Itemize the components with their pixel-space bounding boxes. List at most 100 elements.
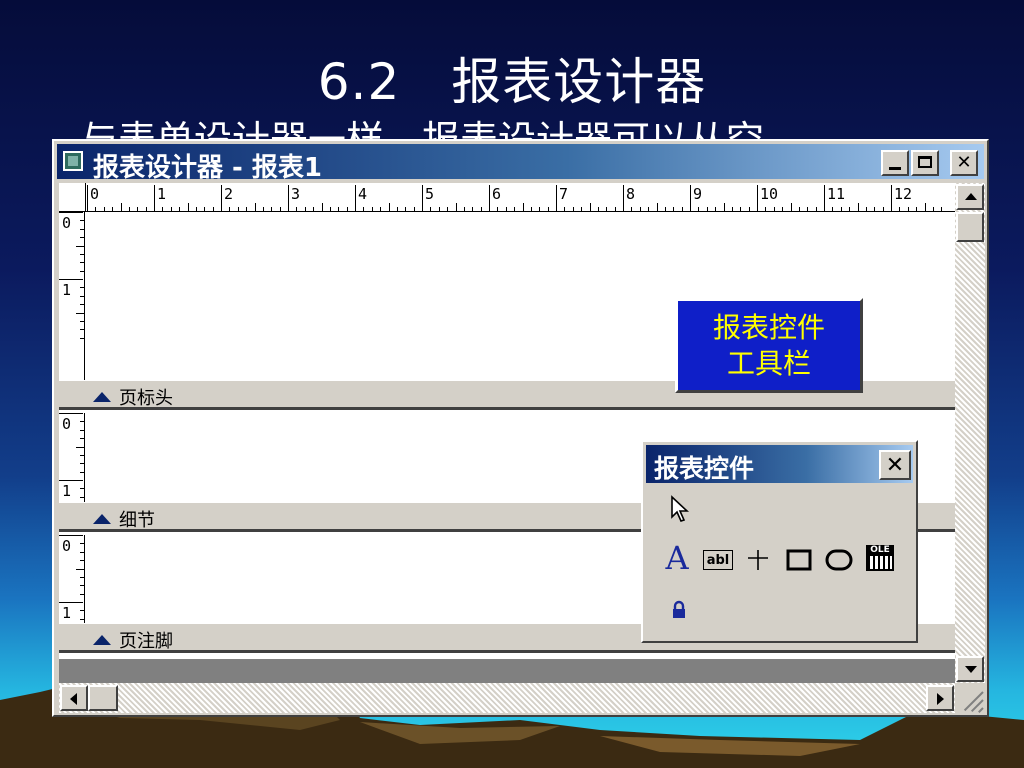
ruler-minor-tick	[598, 207, 599, 211]
toolbox-title: 报表控件	[654, 454, 755, 483]
ruler-minor-tick	[405, 207, 406, 211]
ruler-minor-tick	[866, 207, 867, 211]
toolbox-titlebar[interactable]: 报表控件 ✕	[646, 445, 913, 483]
ruler-minor-tick	[807, 207, 808, 211]
ole-picture-icon[interactable]: OLE	[866, 545, 894, 573]
vruler-number: 0	[62, 415, 72, 433]
ruler-minor-tick	[908, 207, 909, 211]
ruler-minor-tick	[229, 207, 230, 211]
window-title: 报表设计器 - 报表1	[93, 153, 322, 183]
toolbox-close-button[interactable]: ✕	[879, 450, 911, 480]
ruler-minor-tick	[514, 207, 515, 211]
horizontal-scrollbar[interactable]	[59, 683, 955, 713]
ruler-minor-tick	[858, 203, 859, 211]
report-controls-toolbox: 报表控件 ✕ A abl OLE	[641, 440, 918, 643]
ruler-major-tick	[154, 185, 155, 211]
ruler-minor-tick	[724, 203, 725, 211]
vertical-scrollbar[interactable]	[955, 183, 985, 683]
maximize-icon	[918, 156, 932, 168]
ruler-minor-tick	[740, 207, 741, 211]
ruler-minor-tick	[657, 203, 658, 211]
ruler-number: 4	[358, 185, 368, 203]
ruler-minor-tick	[322, 203, 323, 211]
ruler-major-tick	[489, 185, 490, 211]
vruler-minor-tick	[76, 447, 84, 448]
vruler-number: 1	[62, 604, 72, 622]
close-button[interactable]: ✕	[950, 150, 978, 176]
ruler-minor-tick	[121, 203, 122, 211]
line-icon[interactable]	[746, 548, 770, 572]
ruler-major-tick	[288, 185, 289, 211]
ruler-minor-tick	[816, 207, 817, 211]
label-A-icon[interactable]: A	[661, 540, 693, 576]
ruler-minor-tick	[179, 207, 180, 211]
scroll-down-button[interactable]	[956, 656, 984, 682]
band-label: 页标头	[119, 388, 173, 409]
ruler-minor-tick	[707, 207, 708, 211]
minimize-icon	[889, 167, 901, 170]
callout-line-2: 工具栏	[726, 347, 811, 380]
ruler-minor-tick	[171, 207, 172, 211]
ruler-minor-tick	[673, 207, 674, 211]
arrow-pointer-icon[interactable]	[669, 495, 691, 523]
ruler-minor-tick	[899, 207, 900, 211]
ruler-minor-tick	[531, 207, 532, 211]
lock-icon[interactable]	[671, 600, 687, 620]
ruler-minor-tick	[213, 207, 214, 211]
scroll-left-button[interactable]	[60, 685, 88, 711]
window-titlebar[interactable]: 报表设计器 - 报表1 ✕	[57, 144, 984, 183]
scroll-up-button[interactable]	[956, 184, 984, 210]
field-ab-icon[interactable]: abl	[703, 550, 733, 570]
arrow-down-icon	[965, 666, 977, 673]
rectangle-icon[interactable]	[785, 548, 813, 572]
ruler-minor-tick	[305, 207, 306, 211]
ruler-number: 11	[827, 185, 846, 203]
ruler-major-tick	[87, 185, 88, 211]
ruler-minor-tick	[112, 207, 113, 211]
ruler-minor-tick	[129, 207, 130, 211]
ruler-minor-tick	[363, 207, 364, 211]
ruler-minor-tick	[95, 207, 96, 211]
ruler-minor-tick	[765, 207, 766, 211]
vruler-minor-tick	[76, 569, 84, 570]
ruler-major-tick	[556, 185, 557, 211]
ruler-minor-tick	[539, 207, 540, 211]
ruler-minor-tick	[615, 207, 616, 211]
scroll-hthumb[interactable]	[88, 685, 118, 711]
band-collapse-icon[interactable]	[93, 514, 111, 524]
ruler-minor-tick	[472, 207, 473, 211]
ruler-number: 9	[693, 185, 703, 203]
ruler-corner	[59, 183, 86, 211]
ruler-number: 10	[760, 185, 779, 203]
vruler-major-tick	[59, 212, 83, 213]
ruler-major-tick	[422, 185, 423, 211]
scroll-thumb[interactable]	[956, 212, 984, 242]
ruler-number: 0	[90, 185, 100, 203]
band-collapse-icon[interactable]	[93, 392, 111, 402]
ruler-minor-tick	[925, 203, 926, 211]
vertical-ruler-detail: 01	[59, 413, 85, 502]
ruler-number: 6	[492, 185, 502, 203]
rounded-rectangle-icon[interactable]	[824, 548, 854, 572]
ruler-number: 5	[425, 185, 435, 203]
ruler-minor-tick	[497, 207, 498, 211]
vruler-edge	[84, 413, 85, 502]
ruler-major-tick	[221, 185, 222, 211]
app-icon	[63, 151, 83, 171]
minimize-button[interactable]	[881, 150, 909, 176]
ruler-minor-tick	[883, 207, 884, 211]
slide-subtitle: 与表单设计器一样，报表设计器可以从空	[80, 118, 765, 142]
vruler-number: 0	[62, 537, 72, 555]
ruler-minor-tick	[548, 207, 549, 211]
vruler-major-tick	[59, 602, 83, 603]
ruler-minor-tick	[397, 207, 398, 211]
ruler-minor-tick	[523, 203, 524, 211]
ruler-minor-tick	[464, 207, 465, 211]
scroll-right-button[interactable]	[926, 685, 954, 711]
resize-grip[interactable]	[955, 683, 985, 713]
band-collapse-icon[interactable]	[93, 635, 111, 645]
ruler-minor-tick	[296, 207, 297, 211]
maximize-button[interactable]	[911, 150, 939, 176]
callout-line-1: 报表控件	[712, 311, 825, 344]
ruler-minor-tick	[196, 207, 197, 211]
